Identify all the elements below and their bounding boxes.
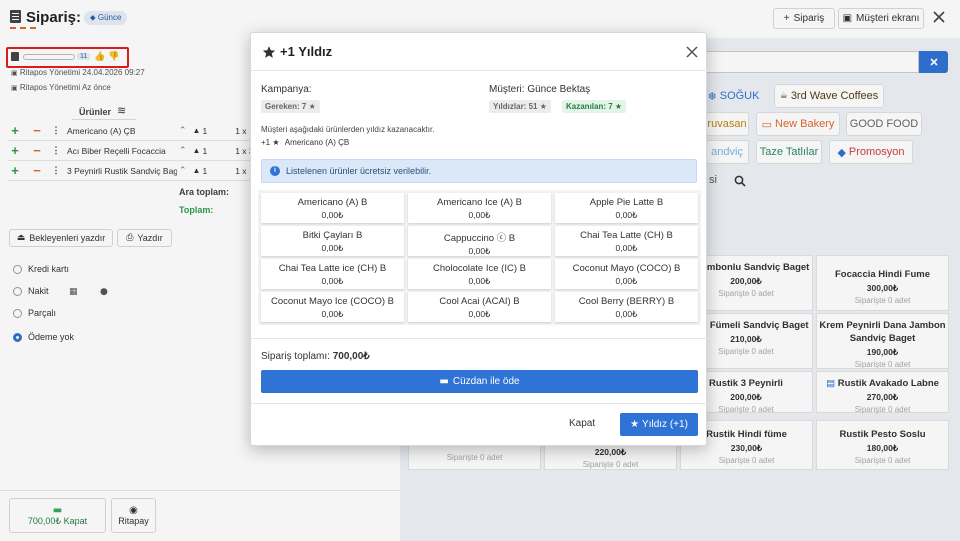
free-item[interactable]: Apple Pie Latte B 0,00₺ bbox=[555, 193, 698, 223]
free-item-price: 0,00₺ bbox=[468, 276, 491, 286]
free-item-name: Chai Tea Latte (CH) B bbox=[580, 230, 673, 241]
free-item[interactable]: Cappuccino ⓒ B 0,00₺ bbox=[408, 226, 551, 256]
free-item-price: 0,00₺ bbox=[615, 309, 638, 319]
free-item[interactable]: Americano (A) B 0,00₺ bbox=[261, 193, 404, 223]
free-item-name: Americano Ice (A) B bbox=[437, 197, 522, 208]
free-item[interactable]: Coconut Mayo (COCO) B 0,00₺ bbox=[555, 259, 698, 289]
free-item-price: 0,00₺ bbox=[615, 243, 638, 253]
star-icon: ★ bbox=[630, 419, 640, 430]
free-item-price: 0,00₺ bbox=[321, 309, 344, 319]
free-item-price: 0,00₺ bbox=[468, 246, 491, 256]
star-icon: ★ bbox=[272, 138, 280, 147]
free-item[interactable]: Cool Acai (ACAI) B 0,00₺ bbox=[408, 292, 551, 322]
free-item-price: 0,00₺ bbox=[321, 276, 344, 286]
free-item-name: Cholocolate Ice (IC) B bbox=[433, 263, 526, 274]
star-modal: +1 Yıldız Kampanya: Gereken: 7 ★ Müşteri… bbox=[250, 32, 708, 446]
info-text: Listelenen ürünler ücretsiz verilebilir. bbox=[286, 166, 432, 176]
free-item-name: Cool Acai (ACAI) B bbox=[439, 296, 520, 307]
free-item-name: Cappuccino ⓒ B bbox=[443, 233, 516, 244]
earned-tag-label: Kazanılan: 7 bbox=[566, 102, 613, 111]
free-item-name: Bitki Çayları B bbox=[302, 230, 363, 241]
wallet-pay-label: Cüzdan ile öde bbox=[452, 376, 520, 387]
modal-header-divider bbox=[251, 70, 708, 71]
order-total-label: Sipariş toplamı: bbox=[261, 351, 330, 362]
star-icon: ★ bbox=[614, 102, 623, 111]
customer-label: Müşteri: Günce Bektaş bbox=[489, 84, 591, 95]
free-item-name: Apple Pie Latte B bbox=[589, 197, 664, 208]
free-item[interactable]: Chai Tea Latte ice (CH) B 0,00₺ bbox=[261, 259, 404, 289]
free-item[interactable]: Cholocolate Ice (IC) B 0,00₺ bbox=[408, 259, 551, 289]
total-divider bbox=[251, 338, 708, 339]
star-icon: ★ bbox=[308, 102, 316, 111]
give-star-label: Yıldız (+1) bbox=[642, 419, 688, 430]
footer-divider bbox=[251, 403, 708, 404]
required-tag-label: Gereken: 7 bbox=[265, 102, 307, 111]
free-item-price: 0,00₺ bbox=[321, 210, 344, 220]
free-item-name: Chai Tea Latte ice (CH) B bbox=[278, 263, 387, 274]
free-item-price: 0,00₺ bbox=[468, 210, 491, 220]
free-item-price: 0,00₺ bbox=[468, 309, 491, 319]
free-item-name: Cool Berry (BERRY) B bbox=[578, 296, 675, 307]
free-item-price: 0,00₺ bbox=[321, 243, 344, 253]
free-item[interactable]: Bitki Çayları B 0,00₺ bbox=[261, 226, 404, 256]
free-item-name: Americano (A) B bbox=[297, 197, 368, 208]
earn-text: Müşteri aşağıdaki ürünlerden yıldız kaza… bbox=[261, 125, 435, 134]
info-alert: i Listelenen ürünler ücretsiz verilebili… bbox=[261, 159, 697, 183]
star-icon bbox=[262, 45, 276, 59]
earn-item-prefix: +1 bbox=[261, 138, 271, 147]
free-item[interactable]: Cool Berry (BERRY) B 0,00₺ bbox=[555, 292, 698, 322]
free-items-grid: Americano (A) B 0,00₺ Americano Ice (A) B… bbox=[258, 190, 701, 325]
modal-close-icon[interactable] bbox=[686, 46, 698, 58]
earn-item: +1 ★ Americano (A) ÇB bbox=[261, 138, 349, 147]
stars-tag-label: Yıldızlar: 51 bbox=[493, 102, 538, 111]
earned-tag: Kazanılan: 7 ★ bbox=[562, 100, 627, 113]
free-item[interactable]: Chai Tea Latte (CH) B 0,00₺ bbox=[555, 226, 698, 256]
earn-item-name: Americano (A) ÇB bbox=[284, 138, 350, 147]
free-item[interactable]: Americano Ice (A) B 0,00₺ bbox=[408, 193, 551, 223]
free-item[interactable]: Coconut Mayo Ice (COCO) B 0,00₺ bbox=[261, 292, 404, 322]
required-tag: Gereken: 7 ★ bbox=[261, 100, 320, 113]
free-item-price: 0,00₺ bbox=[615, 210, 638, 220]
free-item-price: 0,00₺ bbox=[615, 276, 638, 286]
stars-tag: Yıldızlar: 51 ★ bbox=[489, 100, 551, 113]
give-star-button[interactable]: ★ Yıldız (+1) bbox=[620, 413, 698, 436]
wallet-pay-button[interactable]: ▬ Cüzdan ile öde bbox=[261, 370, 698, 393]
star-icon: ★ bbox=[539, 102, 547, 111]
info-icon: i bbox=[270, 166, 280, 176]
free-item-name: Coconut Mayo (COCO) B bbox=[572, 263, 681, 274]
modal-title: +1 Yıldız bbox=[280, 44, 333, 59]
modal-close-button[interactable]: Kapat bbox=[569, 418, 595, 429]
order-total: Sipariş toplamı: 700,00₺ bbox=[261, 351, 370, 362]
campaign-label: Kampanya: bbox=[261, 84, 312, 95]
order-total-value: 700,00₺ bbox=[332, 351, 370, 362]
wallet-icon: ▬ bbox=[439, 376, 449, 387]
free-item-name: Coconut Mayo Ice (COCO) B bbox=[270, 296, 394, 307]
